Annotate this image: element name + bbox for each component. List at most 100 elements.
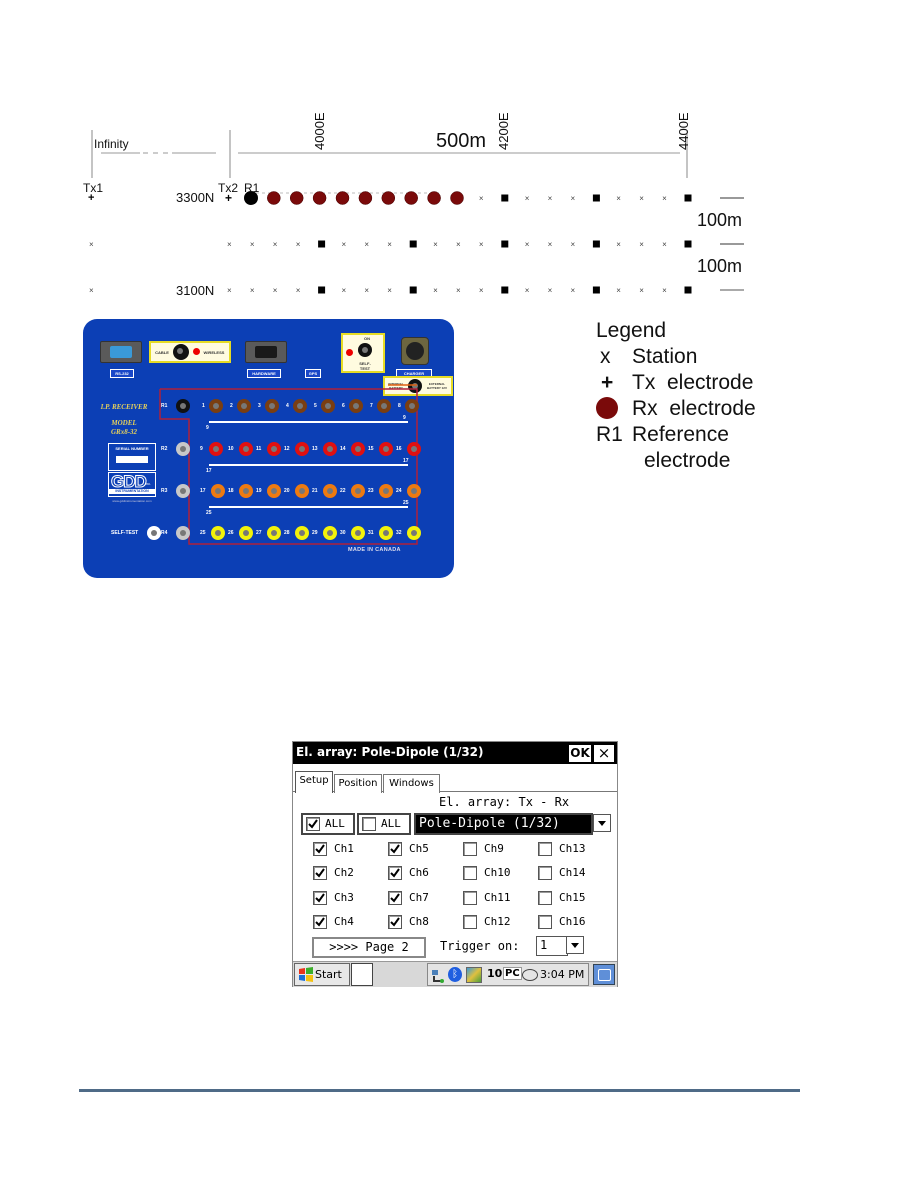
channel-jack-15[interactable] (379, 442, 393, 456)
channel-jack-12[interactable] (295, 442, 309, 456)
reference-jack-r3[interactable] (176, 484, 190, 498)
channel-checkbox-ch12[interactable]: Ch12 (463, 915, 533, 931)
pc-icon[interactable]: PC (503, 967, 522, 980)
checkbox[interactable] (463, 866, 477, 880)
channel-jack-19[interactable] (267, 484, 281, 498)
checkbox[interactable] (313, 842, 327, 856)
checkbox[interactable] (538, 842, 552, 856)
reference-jack-r1[interactable] (176, 399, 190, 413)
station-mark-icon: × (433, 286, 438, 295)
channel-checkbox-ch14[interactable]: Ch14 (538, 866, 608, 882)
channel-checkbox-ch5[interactable]: Ch5 (388, 842, 458, 858)
tab-windows[interactable]: Windows (383, 774, 440, 793)
uncheck-all-checkbox[interactable] (362, 817, 376, 831)
channel-checkbox-ch8[interactable]: Ch8 (388, 915, 458, 931)
checkbox[interactable] (313, 866, 327, 880)
checkbox[interactable] (313, 915, 327, 929)
channel-jack-17[interactable] (211, 484, 225, 498)
channel-checkbox-ch4[interactable]: Ch4 (313, 915, 383, 931)
check-all-checkbox[interactable] (306, 817, 320, 831)
channel-jack-8[interactable] (405, 399, 419, 413)
channel-checkbox-ch1[interactable]: Ch1 (313, 842, 383, 858)
channel-checkbox-ch2[interactable]: Ch2 (313, 866, 383, 882)
reference-jack-r4[interactable] (176, 526, 190, 540)
io-icon[interactable]: 10 (487, 967, 502, 980)
channel-jack-24[interactable] (407, 484, 421, 498)
channel-checkbox-ch7[interactable]: Ch7 (388, 891, 458, 907)
channel-checkbox-ch6[interactable]: Ch6 (388, 866, 458, 882)
page-2-button[interactable]: >>>> Page 2 (312, 937, 426, 958)
channel-jack-29[interactable] (323, 526, 337, 540)
checkbox[interactable] (388, 866, 402, 880)
channel-jack-13[interactable] (323, 442, 337, 456)
self-test-jack[interactable] (147, 526, 161, 540)
channel-jack-18[interactable] (239, 484, 253, 498)
check-all-button[interactable]: ALL (301, 813, 355, 835)
array-dropdown-arrow-icon[interactable] (593, 814, 611, 832)
channel-jack-25[interactable] (211, 526, 225, 540)
ok-button[interactable]: OK (568, 744, 592, 763)
channel-number-label: 3 (258, 403, 261, 409)
easting-label-4200e: 4200E (496, 112, 511, 150)
channel-jack-28[interactable] (295, 526, 309, 540)
channel-jack-5[interactable] (321, 399, 335, 413)
clock[interactable]: 3:04 PM (540, 968, 584, 981)
network-icon[interactable] (431, 968, 445, 983)
checkbox[interactable] (538, 915, 552, 929)
channel-jack-4[interactable] (293, 399, 307, 413)
channel-jack-32[interactable] (407, 526, 421, 540)
channel-jack-23[interactable] (379, 484, 393, 498)
channel-checkbox-ch9[interactable]: Ch9 (463, 842, 533, 858)
channel-jack-30[interactable] (351, 526, 365, 540)
reference-jack-r2[interactable] (176, 442, 190, 456)
close-button[interactable]: × (593, 744, 615, 763)
channel-checkbox-ch11[interactable]: Ch11 (463, 891, 533, 907)
station-square-icon (592, 286, 600, 294)
channel-checkbox-ch15[interactable]: Ch15 (538, 891, 608, 907)
checkbox[interactable] (463, 891, 477, 905)
channel-checkbox-ch3[interactable]: Ch3 (313, 891, 383, 907)
tab-position[interactable]: Position (334, 774, 382, 793)
channel-jack-27[interactable] (267, 526, 281, 540)
start-button[interactable]: Start (294, 963, 350, 986)
channel-jack-6[interactable] (349, 399, 363, 413)
channel-jack-14[interactable] (351, 442, 365, 456)
channel-jack-1[interactable] (209, 399, 223, 413)
channel-jack-3[interactable] (265, 399, 279, 413)
checkbox[interactable] (538, 891, 552, 905)
checkbox[interactable] (388, 915, 402, 929)
channel-jack-9[interactable] (209, 442, 223, 456)
channel-jack-7[interactable] (377, 399, 391, 413)
channel-checkbox-ch16[interactable]: Ch16 (538, 915, 608, 931)
channel-jack-31[interactable] (379, 526, 393, 540)
channel-jack-21[interactable] (323, 484, 337, 498)
channel-number-label: 7 (370, 403, 373, 409)
channel-checkbox-ch13[interactable]: Ch13 (538, 842, 608, 858)
bluetooth-icon[interactable]: ᛒ (448, 967, 462, 982)
channel-jack-2[interactable] (237, 399, 251, 413)
tab-setup[interactable]: Setup (295, 771, 333, 793)
trigger-select[interactable]: 1 (536, 936, 568, 956)
checkbox[interactable] (313, 891, 327, 905)
checkbox[interactable] (463, 915, 477, 929)
array-type-select[interactable]: Pole-Dipole (1/32) (414, 813, 593, 835)
channel-jack-16[interactable] (407, 442, 421, 456)
station-mark-icon: × (525, 240, 530, 249)
channel-jack-11[interactable] (267, 442, 281, 456)
channel-jack-20[interactable] (295, 484, 309, 498)
checkbox[interactable] (388, 842, 402, 856)
sync-icon[interactable] (522, 969, 538, 981)
app-icon[interactable] (466, 967, 482, 983)
channel-jack-22[interactable] (351, 484, 365, 498)
input-panel-button[interactable] (351, 963, 373, 986)
trigger-dropdown-arrow-icon[interactable] (566, 936, 584, 954)
channel-jack-10[interactable] (239, 442, 253, 456)
distance-label: 500m (436, 130, 487, 152)
keyboard-toggle-icon[interactable] (593, 964, 615, 985)
channel-checkbox-ch10[interactable]: Ch10 (463, 866, 533, 882)
checkbox[interactable] (538, 866, 552, 880)
uncheck-all-button[interactable]: ALL (357, 813, 411, 835)
checkbox[interactable] (388, 891, 402, 905)
checkbox[interactable] (463, 842, 477, 856)
channel-jack-26[interactable] (239, 526, 253, 540)
